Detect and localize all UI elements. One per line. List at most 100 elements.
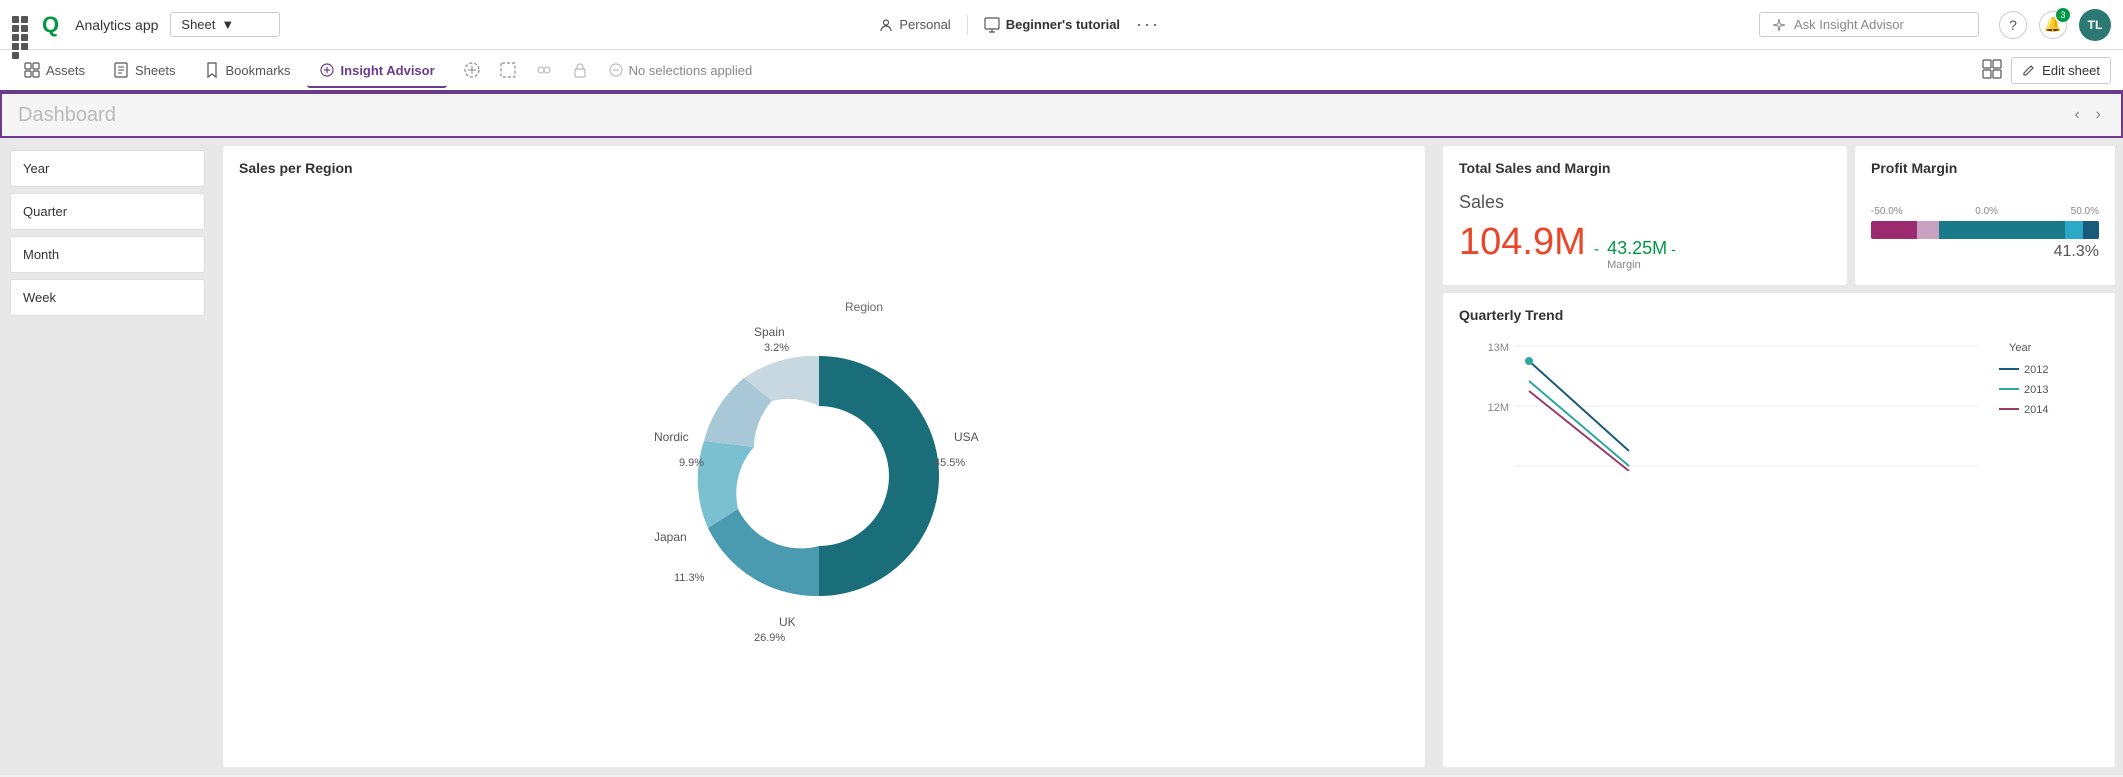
nordic-label: Nordic bbox=[654, 430, 689, 444]
total-sales-title: Total Sales and Margin bbox=[1459, 160, 1831, 176]
sales-number: 104.9M bbox=[1459, 221, 1586, 264]
assets-icon bbox=[24, 62, 40, 78]
legend-2012: 2012 bbox=[2024, 364, 2048, 376]
quarterly-trend-title: Quarterly Trend bbox=[1459, 307, 2099, 323]
prev-sheet-arrow[interactable]: ‹ bbox=[2070, 104, 2083, 126]
japan-segment bbox=[698, 441, 754, 528]
margin-number: 43.25M bbox=[1607, 238, 1667, 259]
dashboard-arrows: ‹ › bbox=[2070, 104, 2105, 126]
vertical-divider bbox=[1433, 138, 1443, 775]
sheet-selector[interactable]: Sheet ▼ bbox=[170, 12, 280, 37]
insight-advisor-search[interactable]: Ask Insight Advisor bbox=[1759, 12, 1979, 37]
year-filter[interactable]: Year bbox=[10, 150, 205, 187]
axis-mid: 0.0% bbox=[1975, 206, 1998, 217]
uk-label: UK bbox=[779, 615, 796, 629]
sheets-icon bbox=[113, 62, 129, 78]
main-content: Year Quarter Month Week Sales per Region… bbox=[0, 138, 2123, 775]
profit-bar-mid bbox=[1917, 221, 1940, 239]
edit-sheet-button[interactable]: Edit sheet bbox=[2011, 57, 2111, 84]
tutorial-button[interactable]: Beginner's tutorial bbox=[984, 17, 1120, 33]
second-bar-right: Edit sheet bbox=[1981, 57, 2111, 84]
toolbar-icons bbox=[455, 55, 597, 85]
sales-value: 104.9M - 43.25M - Margin bbox=[1459, 221, 1831, 271]
insight-placeholder: Ask Insight Advisor bbox=[1794, 17, 1904, 32]
more-options-button[interactable]: ··· bbox=[1136, 14, 1160, 35]
user-avatar[interactable]: TL bbox=[2079, 9, 2111, 41]
margin-value: 43.25M - bbox=[1607, 238, 1676, 259]
profit-bar-pos3 bbox=[2083, 221, 2099, 239]
profit-bar-pos bbox=[1939, 221, 2064, 239]
toggle-icon[interactable] bbox=[527, 55, 561, 85]
profit-bar-track bbox=[1871, 221, 2099, 239]
secondary-container: 43.25M - Margin bbox=[1607, 238, 1676, 271]
axis-neg: -50.0% bbox=[1871, 206, 1903, 217]
quarterly-trend-card: Quarterly Trend 13M 12M bbox=[1443, 293, 2115, 767]
y-label-12m: 12M bbox=[1488, 402, 1509, 414]
spain-pct: 3.2% bbox=[764, 342, 789, 354]
right-top-row: Total Sales and Margin Sales 104.9M - 43… bbox=[1443, 146, 2115, 285]
bookmarks-nav[interactable]: Bookmarks bbox=[192, 54, 303, 86]
profit-margin-card: Profit Margin -50.0% 0.0% 50.0% 41.3 bbox=[1855, 146, 2115, 285]
sparkle-icon bbox=[1772, 18, 1786, 32]
notifications-button[interactable]: 🔔 3 bbox=[2039, 11, 2067, 39]
region-label: Region bbox=[845, 300, 883, 314]
trend-chart: 13M 12M bbox=[1459, 331, 2099, 471]
sheet-chevron-icon: ▼ bbox=[221, 17, 234, 32]
dashboard-title: Dashboard bbox=[18, 104, 116, 127]
profit-margin-title: Profit Margin bbox=[1871, 160, 2099, 176]
axis-pos: 50.0% bbox=[2071, 206, 2099, 217]
week-filter[interactable]: Week bbox=[10, 279, 205, 316]
right-panel: Total Sales and Margin Sales 104.9M - 43… bbox=[1443, 138, 2123, 775]
help-button[interactable]: ? bbox=[1999, 11, 2027, 39]
lock-icon[interactable] bbox=[563, 55, 597, 85]
insight-advisor-nav[interactable]: Insight Advisor bbox=[307, 54, 447, 88]
spain-label: Spain bbox=[754, 325, 785, 339]
center-panel: Sales per Region Region bbox=[215, 138, 1433, 775]
apps-grid-icon[interactable] bbox=[12, 16, 30, 34]
trend-2012-dot bbox=[1525, 357, 1533, 365]
margin-dash: - bbox=[1671, 241, 1676, 257]
monitor-icon bbox=[984, 17, 1000, 33]
top-bar-center: Personal Beginner's tutorial ··· bbox=[879, 14, 1160, 35]
usa-segment2 bbox=[819, 476, 939, 596]
grid-view-icon[interactable] bbox=[1981, 58, 2003, 83]
y-label-13m: 13M bbox=[1488, 342, 1509, 354]
insight-advisor-icon bbox=[319, 62, 335, 78]
trend-svg: 13M 12M bbox=[1459, 331, 2099, 471]
month-filter[interactable]: Month bbox=[10, 236, 205, 273]
margin-label: Margin bbox=[1607, 259, 1676, 271]
profit-bar-pos2 bbox=[2065, 221, 2083, 239]
lasso-select-icon[interactable] bbox=[455, 55, 489, 85]
japan-label: Japan bbox=[654, 530, 687, 544]
sales-label: Sales bbox=[1459, 192, 1831, 213]
sheet-label: Sheet bbox=[181, 17, 215, 32]
no-selections: No selections applied bbox=[609, 63, 753, 78]
tutorial-label: Beginner's tutorial bbox=[1006, 17, 1120, 32]
quarter-filter[interactable]: Quarter bbox=[10, 193, 205, 230]
dash-separator: - bbox=[1594, 241, 1599, 259]
profit-axis: -50.0% 0.0% 50.0% bbox=[1871, 206, 2099, 217]
legend-2013: 2013 bbox=[2024, 384, 2048, 396]
next-sheet-arrow[interactable]: › bbox=[2092, 104, 2105, 126]
usa-label: USA bbox=[954, 430, 979, 444]
donut-chart-container: Region bbox=[239, 184, 1409, 747]
personal-label: Personal bbox=[899, 17, 950, 32]
trend-2014 bbox=[1529, 391, 1629, 471]
profit-bar-container: -50.0% 0.0% 50.0% 41.3% bbox=[1871, 206, 2099, 261]
sales-per-region-card: Sales per Region Region bbox=[223, 146, 1425, 767]
dashboard-bar: Dashboard ‹ › bbox=[0, 92, 2123, 138]
sheets-label: Sheets bbox=[135, 63, 175, 78]
usa-pct: 45.5% bbox=[934, 457, 965, 469]
personal-button[interactable]: Personal bbox=[879, 17, 950, 32]
left-panel: Year Quarter Month Week bbox=[0, 138, 215, 775]
uk-segment bbox=[708, 509, 819, 596]
japan-pct: 11.3% bbox=[674, 572, 705, 584]
bookmarks-icon bbox=[204, 62, 220, 78]
sheets-nav[interactable]: Sheets bbox=[101, 54, 187, 86]
assets-nav[interactable]: Assets bbox=[12, 54, 97, 86]
sales-per-region-title: Sales per Region bbox=[239, 160, 1409, 176]
top-icons: ? 🔔 3 TL bbox=[1999, 9, 2111, 41]
assets-label: Assets bbox=[46, 63, 85, 78]
rectangle-select-icon[interactable] bbox=[491, 55, 525, 85]
profit-bar-neg bbox=[1871, 221, 1917, 239]
